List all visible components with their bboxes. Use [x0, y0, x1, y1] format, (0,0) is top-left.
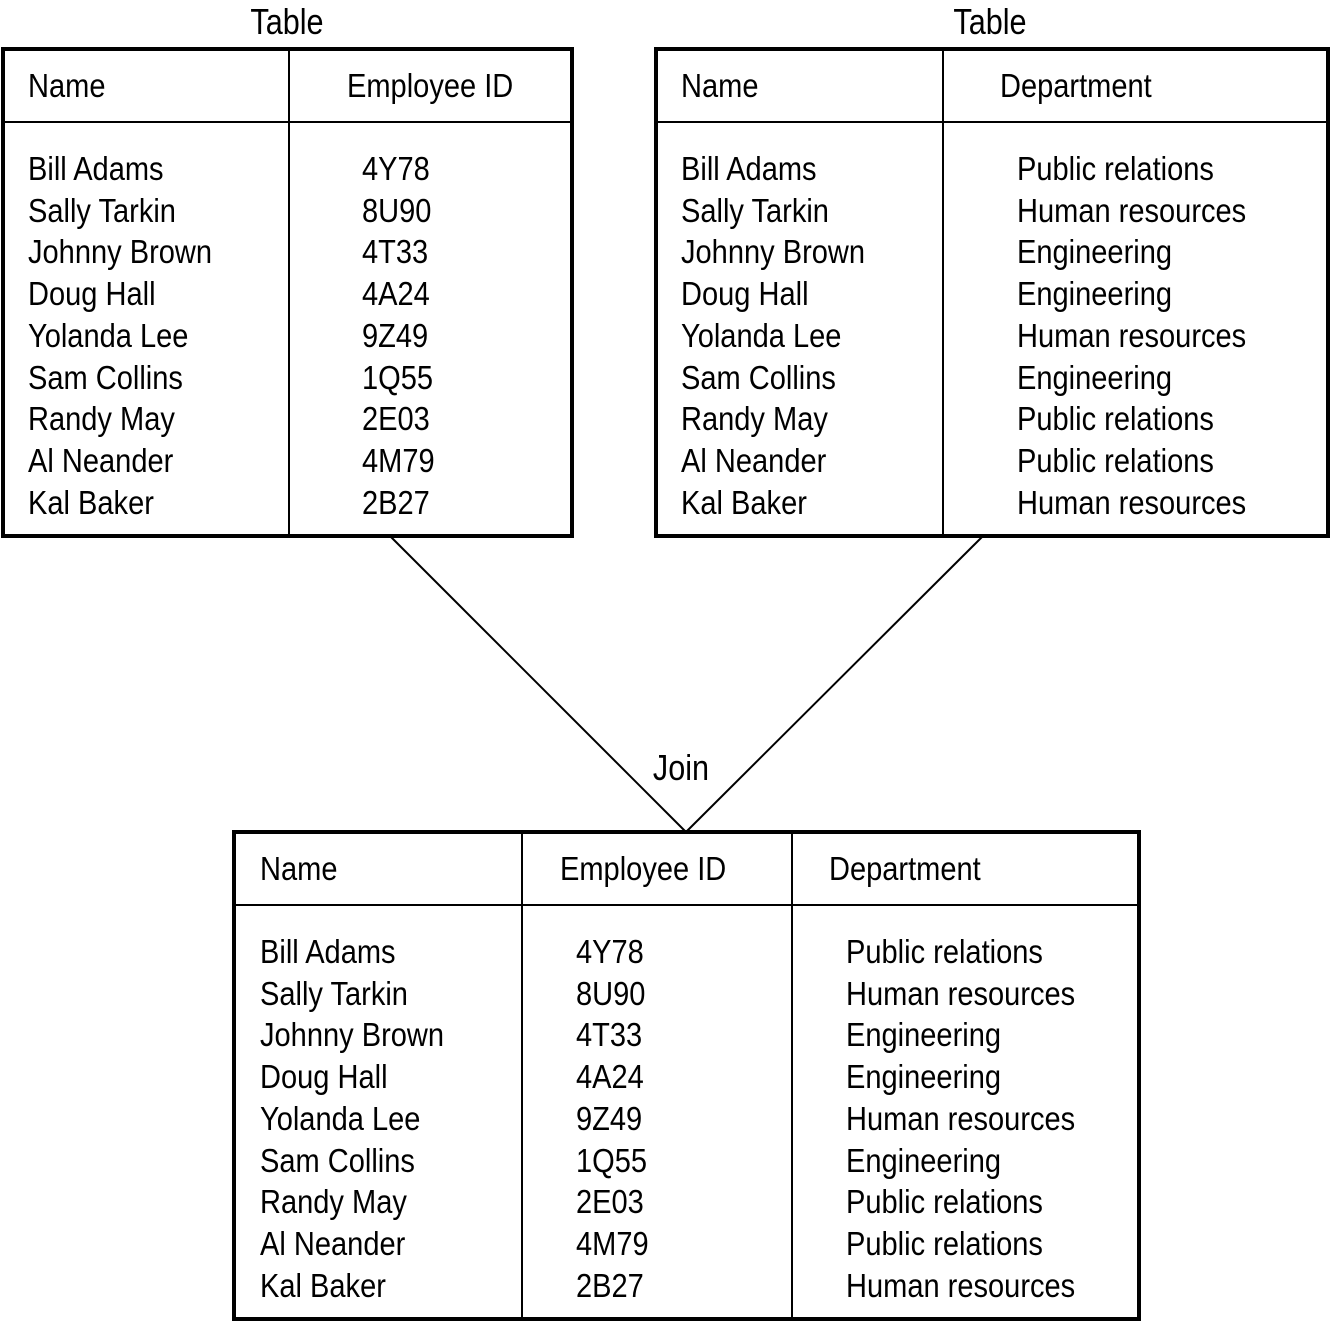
department-cell: Public relations — [1017, 150, 1214, 187]
joined-table: Name Employee ID Department Bill Adams Sa… — [232, 830, 1141, 1321]
name-cell: Johnny Brown — [28, 233, 213, 271]
header-department: Department — [1000, 67, 1152, 104]
department-cell: Engineering — [846, 1141, 1002, 1179]
name-cell: Johnny Brown — [260, 1016, 445, 1054]
employee-id-cell: 1Q55 — [362, 358, 434, 396]
name-cell: Randy May — [681, 400, 828, 438]
employee-id-cell: 4A24 — [362, 275, 430, 313]
department-cell: Engineering — [846, 1016, 1002, 1054]
employee-id-cell: 2B27 — [362, 483, 430, 521]
column-divider — [288, 51, 290, 534]
right-departments-column: Public relations Human resources Engineeri… — [1017, 148, 1246, 523]
department-cell: Human resources — [846, 1099, 1076, 1137]
name-cell: Doug Hall — [28, 275, 156, 313]
left-connector-line — [389, 535, 687, 833]
employee-id-cell: 8U90 — [576, 974, 646, 1012]
employee-id-cell: 1Q55 — [576, 1141, 648, 1179]
name-cell: Sally Tarkin — [28, 191, 176, 229]
name-cell: Sam Collins — [28, 358, 183, 396]
joined-ids-column: 4Y78 8U90 4T33 4A24 9Z49 1Q55 2E03 4M79 2B27 — [576, 931, 649, 1306]
name-cell: Bill Adams — [28, 150, 164, 187]
name-cell: Randy May — [260, 1183, 407, 1221]
employee-id-cell: 4Y78 — [362, 150, 430, 187]
employee-id-cell: 2B27 — [576, 1266, 644, 1304]
right-connector-line — [685, 535, 984, 833]
department-cell: Public relations — [846, 1224, 1043, 1262]
left-table: Name Employee ID Bill Adams Sally Tarkin J… — [1, 47, 574, 538]
name-cell: Al Neander — [681, 441, 827, 479]
employee-id-cell: 4T33 — [362, 233, 429, 271]
name-cell: Sally Tarkin — [681, 191, 829, 229]
right-table-header: Name Department — [658, 51, 1326, 123]
column-divider — [521, 834, 523, 1317]
name-cell: Johnny Brown — [681, 233, 866, 271]
department-cell: Human resources — [846, 1266, 1076, 1304]
name-cell: Doug Hall — [260, 1058, 388, 1096]
department-cell: Human resources — [1017, 483, 1247, 521]
department-cell: Human resources — [1017, 191, 1247, 229]
department-cell: Engineering — [1017, 358, 1173, 396]
name-cell: Kal Baker — [28, 483, 154, 521]
header-name: Name — [681, 67, 759, 104]
column-divider — [791, 834, 793, 1317]
department-cell: Engineering — [1017, 233, 1173, 271]
joined-names-column: Bill Adams Sally Tarkin Johnny Brown Doug H… — [260, 931, 444, 1306]
name-cell: Al Neander — [28, 441, 174, 479]
employee-id-cell: 4T33 — [576, 1016, 643, 1054]
employee-id-cell: 4M79 — [576, 1224, 649, 1262]
employee-id-cell: 9Z49 — [576, 1099, 643, 1137]
name-cell: Doug Hall — [681, 275, 809, 313]
name-cell: Sally Tarkin — [260, 974, 408, 1012]
department-cell: Human resources — [846, 974, 1076, 1012]
name-cell: Bill Adams — [681, 150, 817, 187]
join-label: Join — [652, 747, 710, 788]
right-table: Name Department Bill Adams Sally Tarkin Jo… — [654, 47, 1330, 538]
employee-id-cell: 2E03 — [362, 400, 430, 438]
employee-id-cell: 9Z49 — [362, 316, 429, 354]
department-cell: Public relations — [846, 933, 1043, 970]
header-employee-id: Employee ID — [560, 850, 727, 887]
name-cell: Kal Baker — [681, 483, 807, 521]
name-cell: Yolanda Lee — [28, 316, 189, 354]
header-employee-id: Employee ID — [347, 67, 514, 104]
name-cell: Kal Baker — [260, 1266, 386, 1304]
department-cell: Public relations — [1017, 441, 1214, 479]
department-cell: Human resources — [1017, 316, 1247, 354]
joined-departments-column: Public relations Human resources Engineeri… — [846, 931, 1075, 1306]
name-cell: Al Neander — [260, 1224, 406, 1262]
name-cell: Sam Collins — [260, 1141, 415, 1179]
header-department: Department — [829, 850, 981, 887]
name-cell: Randy May — [28, 400, 175, 438]
employee-id-cell: 4Y78 — [576, 933, 644, 970]
left-table-caption: Table — [250, 1, 324, 42]
department-cell: Public relations — [1017, 400, 1214, 438]
name-cell: Yolanda Lee — [260, 1099, 421, 1137]
employee-id-cell: 4M79 — [362, 441, 435, 479]
left-names-column: Bill Adams Sally Tarkin Johnny Brown Doug H… — [28, 148, 212, 523]
employee-id-cell: 2E03 — [576, 1183, 644, 1221]
right-table-caption: Table — [953, 1, 1027, 42]
department-cell: Public relations — [846, 1183, 1043, 1221]
column-divider — [942, 51, 944, 534]
header-name: Name — [28, 67, 106, 104]
joined-table-header: Name Employee ID Department — [236, 834, 1137, 906]
right-names-column: Bill Adams Sally Tarkin Johnny Brown Doug H… — [681, 148, 865, 523]
department-cell: Engineering — [846, 1058, 1002, 1096]
employee-id-cell: 8U90 — [362, 191, 432, 229]
employee-id-cell: 4A24 — [576, 1058, 644, 1096]
department-cell: Engineering — [1017, 275, 1173, 313]
name-cell: Sam Collins — [681, 358, 836, 396]
header-name: Name — [260, 850, 338, 887]
name-cell: Bill Adams — [260, 933, 396, 970]
left-ids-column: 4Y78 8U90 4T33 4A24 9Z49 1Q55 2E03 4M79 2B27 — [362, 148, 435, 523]
name-cell: Yolanda Lee — [681, 316, 842, 354]
